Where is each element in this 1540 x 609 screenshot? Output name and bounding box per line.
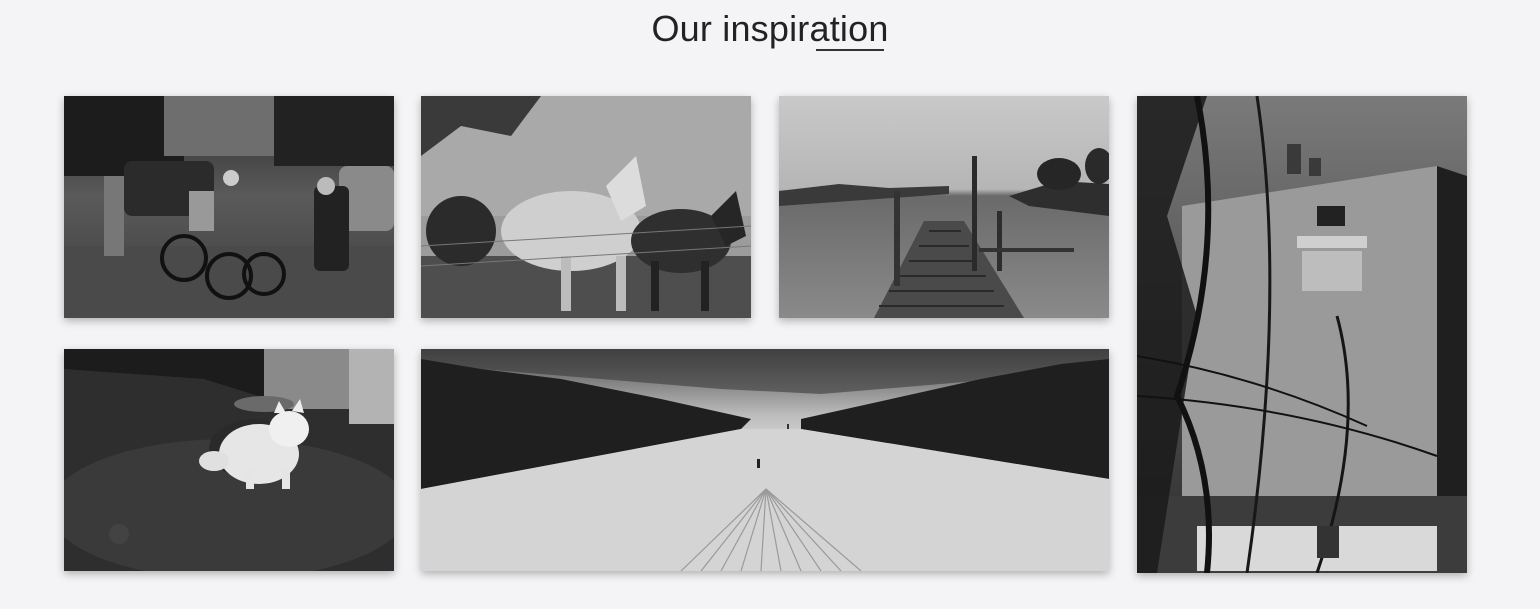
page-title: Our inspiration <box>651 8 889 49</box>
horses-photo <box>421 96 751 318</box>
gallery-image-cat[interactable] <box>64 349 394 571</box>
house-trees-photo <box>1137 96 1467 573</box>
gallery-image-ski-slope[interactable] <box>421 349 1109 571</box>
ski-slope-photo <box>421 349 1109 571</box>
gallery-image-horses[interactable] <box>421 96 751 318</box>
gallery-image-pier[interactable] <box>779 96 1109 318</box>
gallery-image-house[interactable] <box>1137 96 1467 573</box>
gallery-image-street-scene[interactable] <box>64 96 394 318</box>
street-scene-photo <box>64 96 394 318</box>
lake-pier-photo <box>779 96 1109 318</box>
white-cat-photo <box>64 349 394 571</box>
title-underline <box>816 49 884 51</box>
